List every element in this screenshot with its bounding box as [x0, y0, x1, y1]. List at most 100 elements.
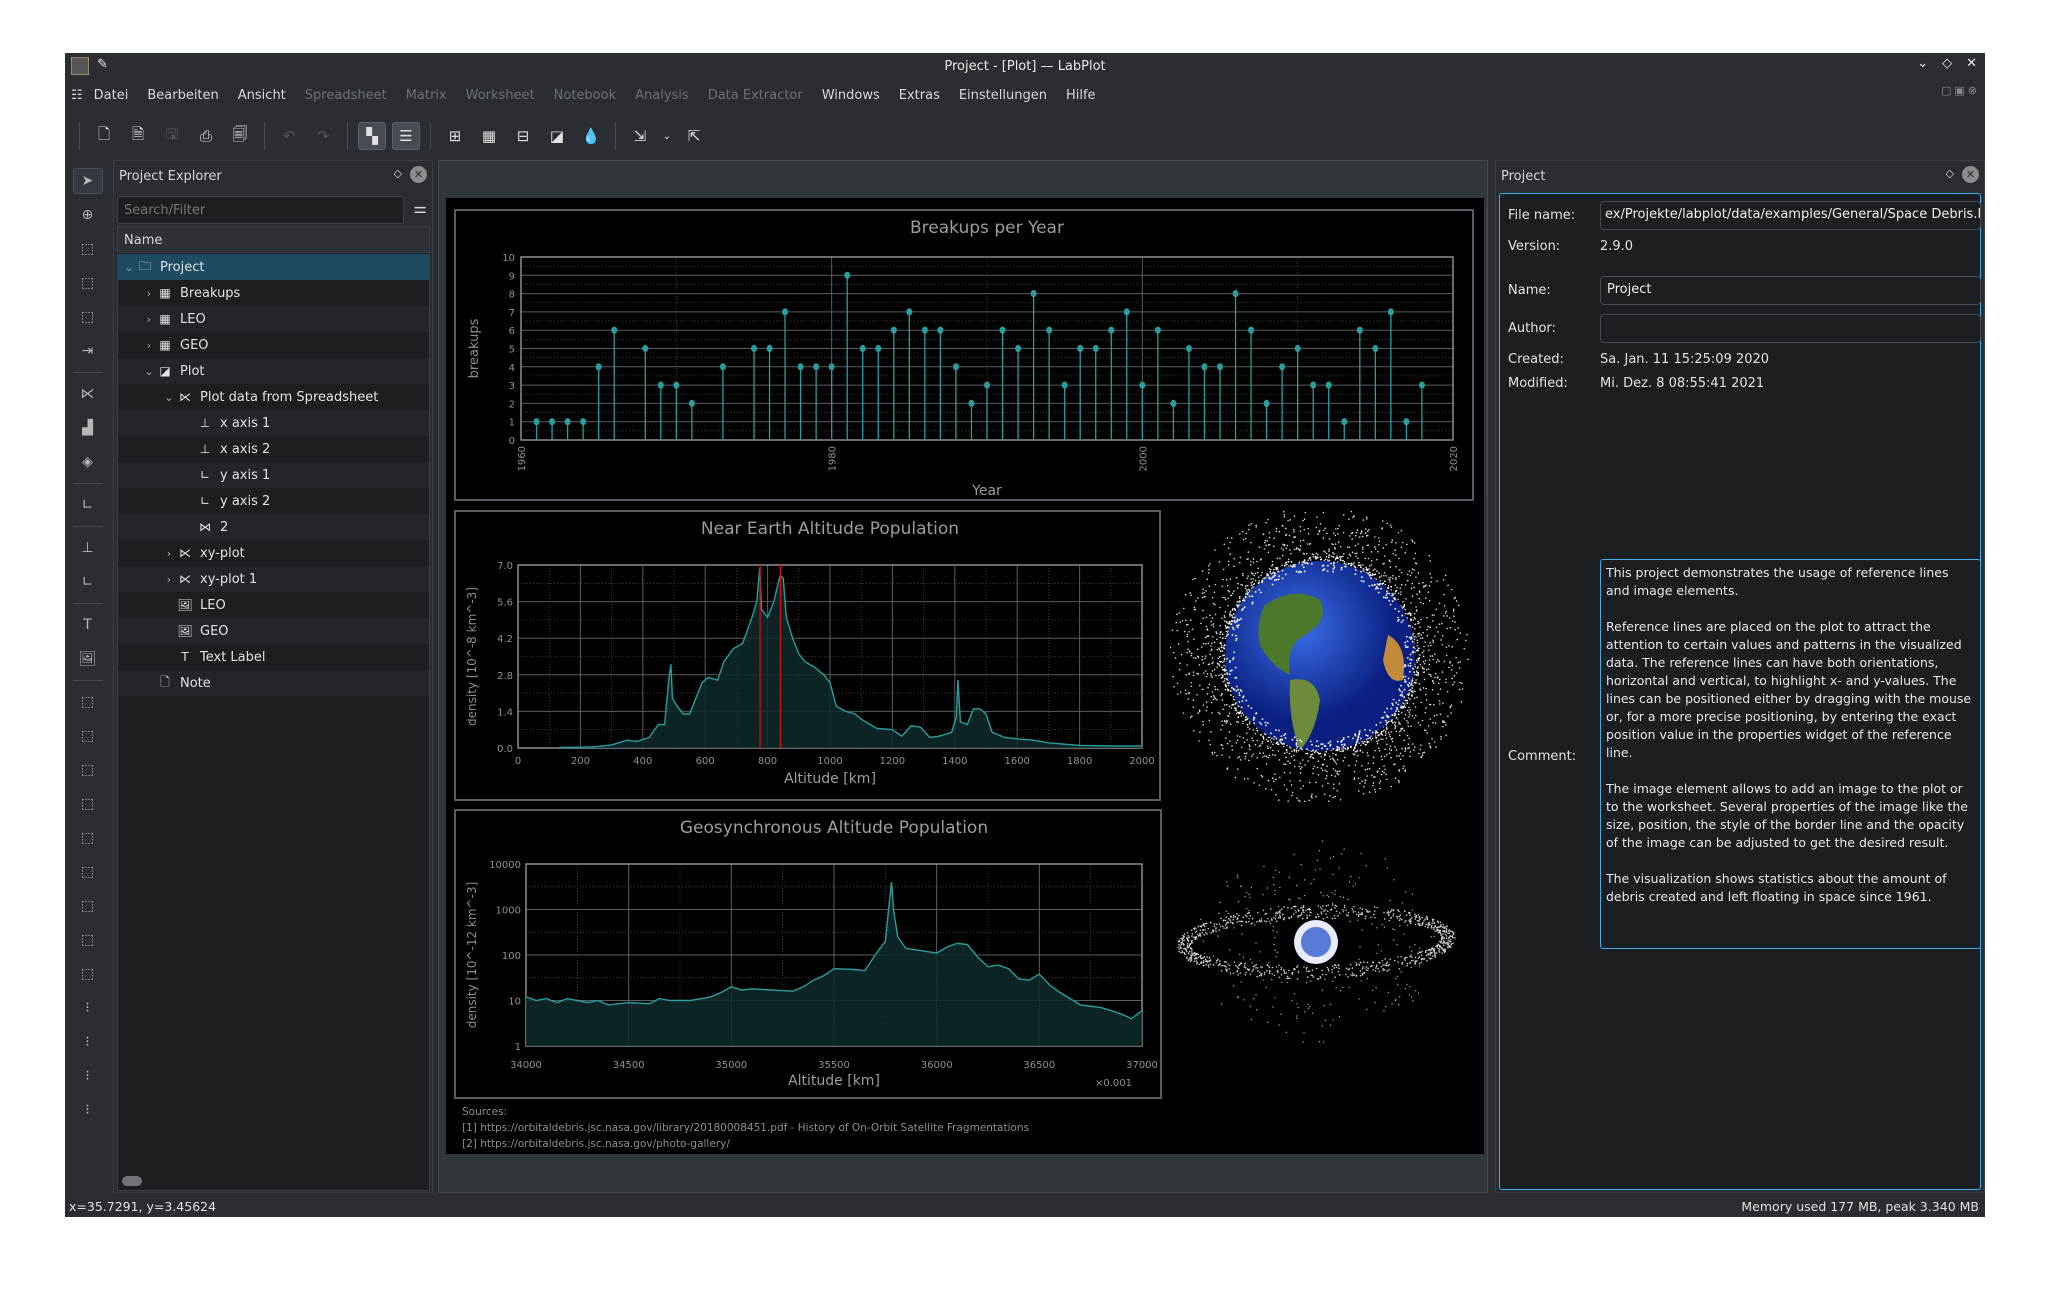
add-x-axis-icon[interactable]: ⊥: [73, 535, 103, 561]
data-extractor-icon[interactable]: 💧: [577, 122, 605, 150]
tree-item[interactable]: 🗋 Note: [118, 670, 429, 696]
horizontal-scrollbar[interactable]: [122, 1176, 142, 1186]
scale-auto-x-icon[interactable]: ⬚: [73, 723, 103, 749]
float-icon[interactable]: ◇: [394, 167, 402, 180]
zoom-y-select-icon[interactable]: ⬚: [73, 304, 103, 330]
chevron-down-icon[interactable]: ⌄: [142, 365, 156, 378]
add-text-label-icon[interactable]: T: [73, 612, 103, 638]
worksheet-canvas[interactable]: Breakups per Year Year breakups 0 1 2 3 4 5 6 7 8 9 1…: [446, 198, 1484, 1154]
zoom-in-x-icon[interactable]: ⬚: [73, 859, 103, 885]
comment-field[interactable]: This project demonstrates the usage of r…: [1600, 559, 1981, 949]
menu-data-extractor[interactable]: Data Extractor: [708, 88, 803, 103]
menu-bearbeiten[interactable]: Bearbeiten: [147, 88, 218, 103]
zoom-out-x-icon[interactable]: ⬚: [73, 893, 103, 919]
float-icon[interactable]: ◇: [1946, 167, 1954, 180]
tree-item[interactable]: ⊥ x axis 1: [118, 410, 429, 436]
geo-plot[interactable]: Geosynchronous Altitude Population Altitu…: [454, 809, 1162, 1099]
tree-item[interactable]: ∟ y axis 1: [118, 462, 429, 488]
menu-notebook[interactable]: Notebook: [554, 88, 616, 103]
print-preview-icon[interactable]: 🗐: [226, 122, 254, 150]
tree-item[interactable]: › ▦ Breakups: [118, 280, 429, 306]
import-icon[interactable]: ⇲: [626, 122, 654, 150]
tree-item[interactable]: 🖼 GEO: [118, 618, 429, 644]
add-y-axis-icon[interactable]: ∟: [73, 569, 103, 595]
scale-auto-y-icon[interactable]: ⬚: [73, 757, 103, 783]
mdi-minimize-icon[interactable]: ▢: [1941, 84, 1951, 97]
print-icon[interactable]: ⎙: [192, 122, 220, 150]
tree-item[interactable]: › ▦ LEO: [118, 306, 429, 332]
zoom-in-y-icon[interactable]: ⬚: [73, 927, 103, 953]
new-matrix-icon[interactable]: ⊟: [509, 122, 537, 150]
search-input[interactable]: [117, 196, 404, 224]
zoom-x-select-icon[interactable]: ⬚: [73, 270, 103, 296]
filter-options-icon[interactable]: ⚌: [414, 199, 427, 217]
column-header-name[interactable]: Name: [118, 227, 429, 253]
tree-item[interactable]: ⌄ 🗀 Project: [118, 254, 429, 280]
menu-einstellungen[interactable]: Einstellungen: [959, 88, 1047, 103]
shift-left-icon[interactable]: ⁝: [73, 995, 103, 1021]
tree-item[interactable]: ∟ y axis 2: [118, 488, 429, 514]
chevron-down-icon[interactable]: ⌄: [122, 261, 136, 274]
tree-item[interactable]: › ⋉ xy-plot 1: [118, 566, 429, 592]
zoom-in-icon[interactable]: ⬚: [73, 791, 103, 817]
minimize-icon[interactable]: ⌄: [1917, 56, 1928, 71]
add-fourier-icon[interactable]: ◈: [73, 449, 103, 475]
close-panel-icon[interactable]: ✕: [410, 166, 427, 183]
chevron-down-icon[interactable]: ⌄: [162, 391, 176, 404]
earth-geo-image[interactable]: [1176, 824, 1456, 1060]
new-project-icon[interactable]: 🗋: [90, 122, 118, 150]
maximize-icon[interactable]: ◇: [1942, 56, 1952, 71]
save-icon[interactable]: 🖫: [158, 122, 186, 150]
mdi-restore-icon[interactable]: ▣: [1954, 84, 1964, 97]
open-project-icon[interactable]: 🗎: [124, 122, 152, 150]
tree-item[interactable]: T Text Label: [118, 644, 429, 670]
select-mode-icon[interactable]: ➤: [72, 168, 103, 194]
shift-right-icon[interactable]: ⁝: [73, 1029, 103, 1055]
scale-auto-icon[interactable]: ⬚: [73, 689, 103, 715]
show-properties-icon[interactable]: ☰: [392, 122, 420, 150]
menu-windows[interactable]: Windows: [822, 88, 880, 103]
tree-item[interactable]: ⋈ 2: [118, 514, 429, 540]
chevron-right-icon[interactable]: ›: [142, 287, 156, 300]
tree-item[interactable]: 🖼 LEO: [118, 592, 429, 618]
menu-worksheet[interactable]: Worksheet: [466, 88, 535, 103]
near-earth-plot[interactable]: Near Earth Altitude Population Altitude […: [454, 510, 1161, 801]
export-icon[interactable]: ⇱: [680, 122, 708, 150]
chevron-right-icon[interactable]: ›: [142, 339, 156, 352]
undo-icon[interactable]: ↶: [275, 122, 303, 150]
tree-item[interactable]: › ⋉ xy-plot: [118, 540, 429, 566]
menu-icon[interactable]: ☷: [71, 88, 83, 103]
add-curve-icon[interactable]: ⋉: [73, 381, 103, 407]
new-spreadsheet-icon[interactable]: ▦: [475, 122, 503, 150]
menu-extras[interactable]: Extras: [899, 88, 940, 103]
menu-analysis[interactable]: Analysis: [635, 88, 689, 103]
earth-leo-image[interactable]: [1170, 510, 1470, 802]
zoom-out-icon[interactable]: ⬚: [73, 825, 103, 851]
add-histogram-icon[interactable]: ▟: [73, 415, 103, 441]
tree-item[interactable]: ⌄ ◪ Plot: [118, 358, 429, 384]
menu-matrix[interactable]: Matrix: [406, 88, 447, 103]
add-image-icon[interactable]: 🖼: [73, 646, 103, 672]
shift-up-icon[interactable]: ⁝: [73, 1063, 103, 1089]
crosshair-icon[interactable]: ⊕: [73, 202, 103, 228]
menu-ansicht[interactable]: Ansicht: [238, 88, 286, 103]
close-icon[interactable]: ✕: [1966, 56, 1977, 71]
mdi-close-icon[interactable]: ⊗: [1968, 84, 1977, 97]
menu-hilfe[interactable]: Hilfe: [1066, 88, 1096, 103]
chevron-right-icon[interactable]: ›: [162, 573, 176, 586]
import-dropdown-icon[interactable]: ⌄: [660, 122, 674, 150]
breakups-plot[interactable]: Breakups per Year Year breakups 0 1 2 3 4 5 6 7 8 9 1…: [454, 209, 1474, 501]
tree-item[interactable]: ⊥ x axis 2: [118, 436, 429, 462]
menu-datei[interactable]: Datei: [94, 88, 129, 103]
tree-item[interactable]: ⌄ ⋉ Plot data from Spreadsheet: [118, 384, 429, 410]
name-field[interactable]: Project: [1600, 276, 1981, 305]
file-name-field[interactable]: ex/Projekte/labplot/data/examples/Genera…: [1600, 201, 1981, 230]
add-axis-icon[interactable]: ∟: [73, 492, 103, 518]
zoom-select-icon[interactable]: ⬚: [73, 236, 103, 262]
menu-spreadsheet[interactable]: Spreadsheet: [305, 88, 387, 103]
show-explorer-icon[interactable]: ▚: [358, 122, 386, 150]
chevron-right-icon[interactable]: ›: [142, 313, 156, 326]
zoom-out-y-icon[interactable]: ⬚: [73, 961, 103, 987]
redo-icon[interactable]: ↷: [309, 122, 337, 150]
tree-item[interactable]: › ▦ GEO: [118, 332, 429, 358]
